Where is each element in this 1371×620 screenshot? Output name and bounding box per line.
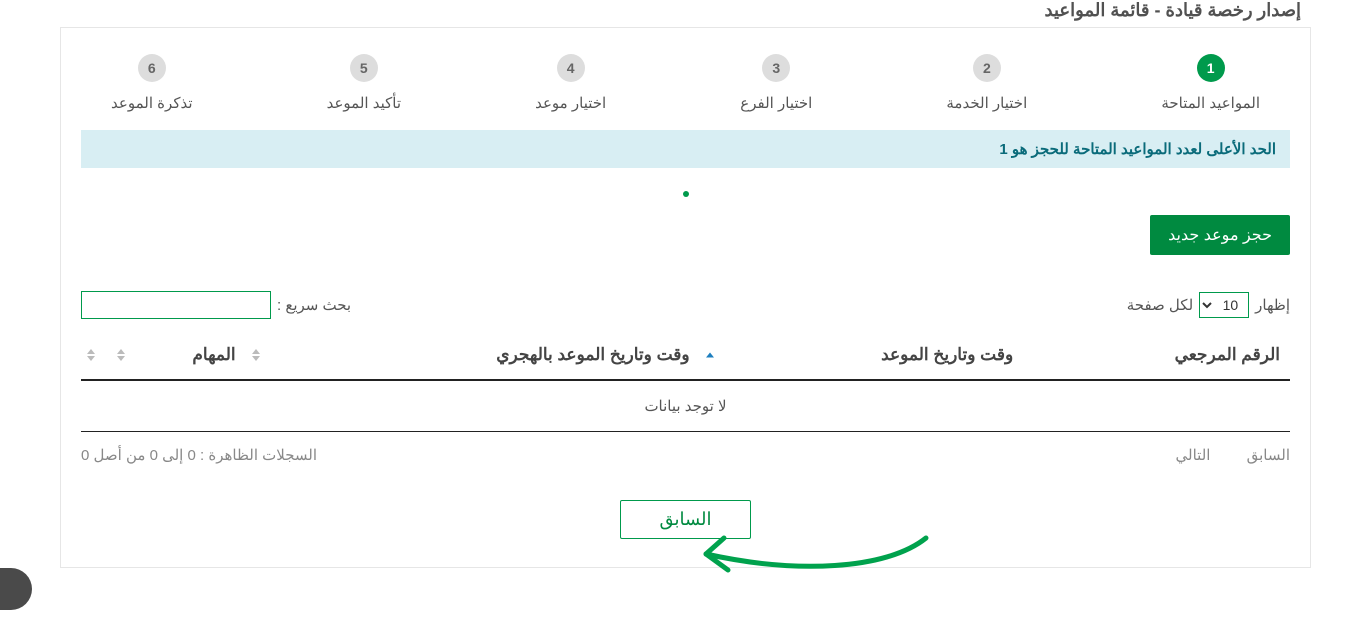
main-card: 1 المواعيد المتاحة 2 اختيار الخدمة 3 اخت… — [60, 27, 1311, 568]
step-6-circle: 6 — [138, 54, 166, 82]
sort-icon — [252, 349, 260, 361]
step-2-label: اختيار الخدمة — [946, 94, 1027, 112]
table-controls: إظهار 10 لكل صفحة بحث سريع : — [81, 281, 1290, 331]
step-2[interactable]: 2 اختيار الخدمة — [946, 54, 1027, 112]
actions-row: حجز موعد جديد — [81, 209, 1290, 281]
new-booking-button[interactable]: حجز موعد جديد — [1150, 215, 1290, 255]
page-length-prefix: إظهار — [1255, 296, 1290, 314]
step-1[interactable]: 1 المواعيد المتاحة — [1161, 54, 1260, 112]
col-actions[interactable]: المهام — [111, 331, 246, 380]
table-empty-text: لا توجد بيانات — [81, 380, 1290, 432]
loading-indicator — [81, 168, 1290, 209]
quick-search-input[interactable] — [81, 291, 271, 319]
step-6[interactable]: 6 تذكرة الموعد — [111, 54, 192, 112]
col-date-time[interactable]: وقت وتاريخ الموعد — [700, 331, 1024, 380]
page-length-control: إظهار 10 لكل صفحة — [1127, 292, 1290, 318]
pager: السابق التالي — [1160, 446, 1290, 464]
loading-dot-icon — [683, 191, 689, 197]
sort-icon — [117, 349, 125, 361]
records-info: السجلات الظاهرة : 0 إلى 0 من أصل 0 — [81, 446, 317, 464]
pager-next-link[interactable]: التالي — [1176, 447, 1211, 464]
step-5[interactable]: 5 تأكيد الموعد — [327, 54, 401, 112]
step-3[interactable]: 3 اختيار الفرع — [740, 54, 812, 112]
chat-widget-button[interactable] — [0, 568, 32, 610]
step-3-label: اختيار الفرع — [740, 94, 812, 112]
col-ref-number-label: الرقم المرجعي — [1175, 345, 1280, 364]
back-row: السابق — [81, 464, 1290, 543]
pager-prev-link[interactable]: السابق — [1247, 447, 1290, 464]
step-6-label: تذكرة الموعد — [111, 94, 192, 112]
step-4[interactable]: 4 اختيار موعد — [535, 54, 606, 112]
col-date-time-label: وقت وتاريخ الموعد — [881, 345, 1013, 364]
table-empty-row: لا توجد بيانات — [81, 380, 1290, 432]
sort-icon — [87, 349, 95, 361]
col-hijri-date-time[interactable]: وقت وتاريخ الموعد بالهجري — [246, 331, 700, 380]
step-5-label: تأكيد الموعد — [327, 94, 401, 112]
step-1-label: المواعيد المتاحة — [1161, 94, 1260, 112]
step-3-circle: 3 — [762, 54, 790, 82]
quick-search-control: بحث سريع : — [81, 291, 351, 319]
step-2-circle: 2 — [973, 54, 1001, 82]
step-4-circle: 4 — [557, 54, 585, 82]
page-length-select[interactable]: 10 — [1199, 292, 1249, 318]
sort-asc-icon — [706, 353, 714, 358]
step-1-circle: 1 — [1197, 54, 1225, 82]
alert-max-bookings: الحد الأعلى لعدد المواعيد المتاحة للحجز … — [81, 130, 1290, 168]
col-actions-label: المهام — [192, 345, 235, 364]
page-title: إصدار رخصة قيادة - قائمة المواعيد — [60, 0, 1311, 27]
quick-search-label: بحث سريع : — [277, 296, 351, 314]
appointments-table: الرقم المرجعي وقت وتاريخ الموعد وقت وتار… — [81, 331, 1290, 432]
back-button[interactable]: السابق — [620, 500, 750, 539]
step-4-label: اختيار موعد — [535, 94, 606, 112]
stepper: 1 المواعيد المتاحة 2 اختيار الخدمة 3 اخت… — [81, 44, 1290, 130]
col-expand[interactable] — [81, 331, 111, 380]
col-hijri-date-time-label: وقت وتاريخ الموعد بالهجري — [496, 345, 689, 364]
page-length-suffix: لكل صفحة — [1127, 296, 1193, 314]
col-ref-number[interactable]: الرقم المرجعي — [1023, 331, 1290, 380]
step-5-circle: 5 — [350, 54, 378, 82]
pager-row: السابق التالي السجلات الظاهرة : 0 إلى 0 … — [81, 432, 1290, 464]
